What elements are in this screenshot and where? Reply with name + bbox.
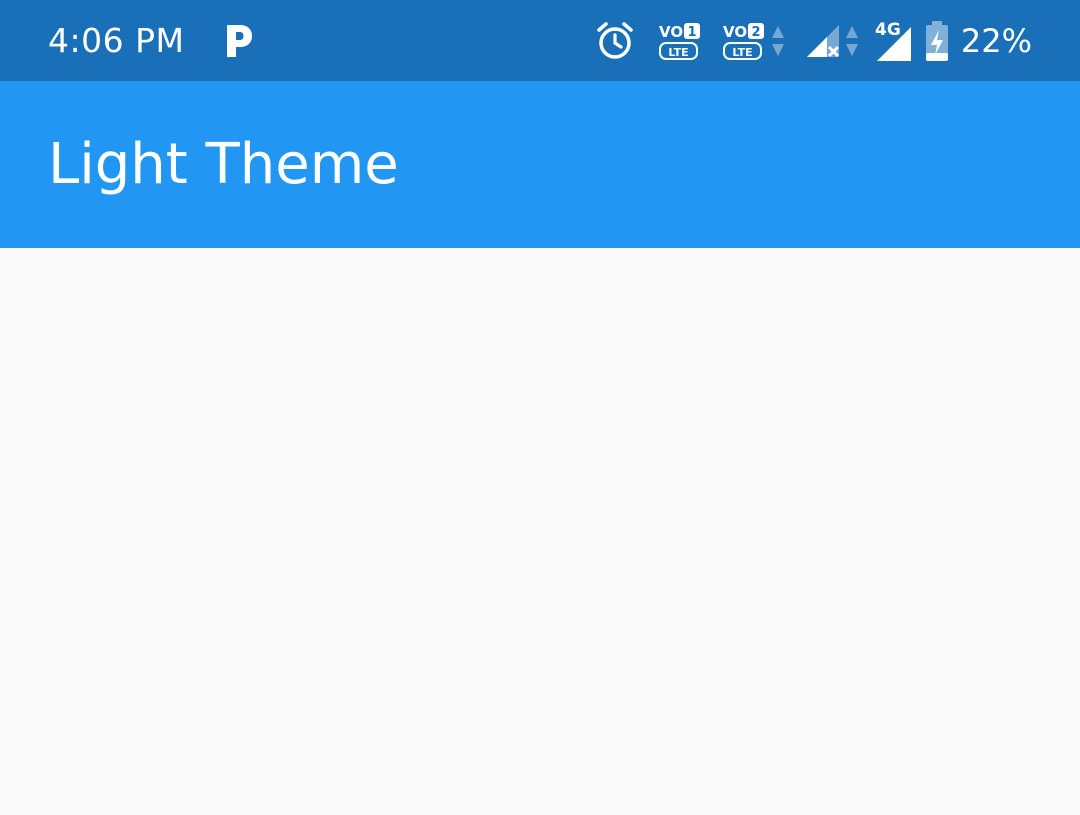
status-bar-left: 4:06 PM [48,0,254,81]
battery-percent: 22% [960,21,1032,60]
lte-label: LTE [668,46,688,59]
main-content [0,248,1080,815]
status-time: 4:06 PM [48,21,185,60]
network-type-label: 4G [875,20,901,40]
data-arrows-icon [771,24,785,58]
app-bar: Light Theme [0,81,1080,248]
alarm-icon [595,21,635,61]
volte-label: VO [723,23,747,41]
data-arrows-icon [845,24,859,58]
battery-charging-icon [925,20,949,61]
sim1-badge: 1 [687,25,696,40]
status-bar: 4:06 PM VO 1 LTE VO 2 LTE 4G 22% [0,0,1080,81]
lte-label: LTE [732,46,752,59]
sim2-badge: 2 [751,25,760,40]
parking-app-icon [224,23,254,59]
volte-sim1-icon: VO 1 LTE [658,21,701,61]
signal-sim2-4g-icon: 4G [875,19,915,63]
signal-sim1-no-service-icon [805,23,841,59]
volte-label: VO [659,23,683,41]
volte-sim2-icon: VO 2 LTE [722,21,765,61]
page-title: Light Theme [48,132,399,197]
status-bar-right: VO 1 LTE VO 2 LTE 4G 22% [595,0,1032,81]
